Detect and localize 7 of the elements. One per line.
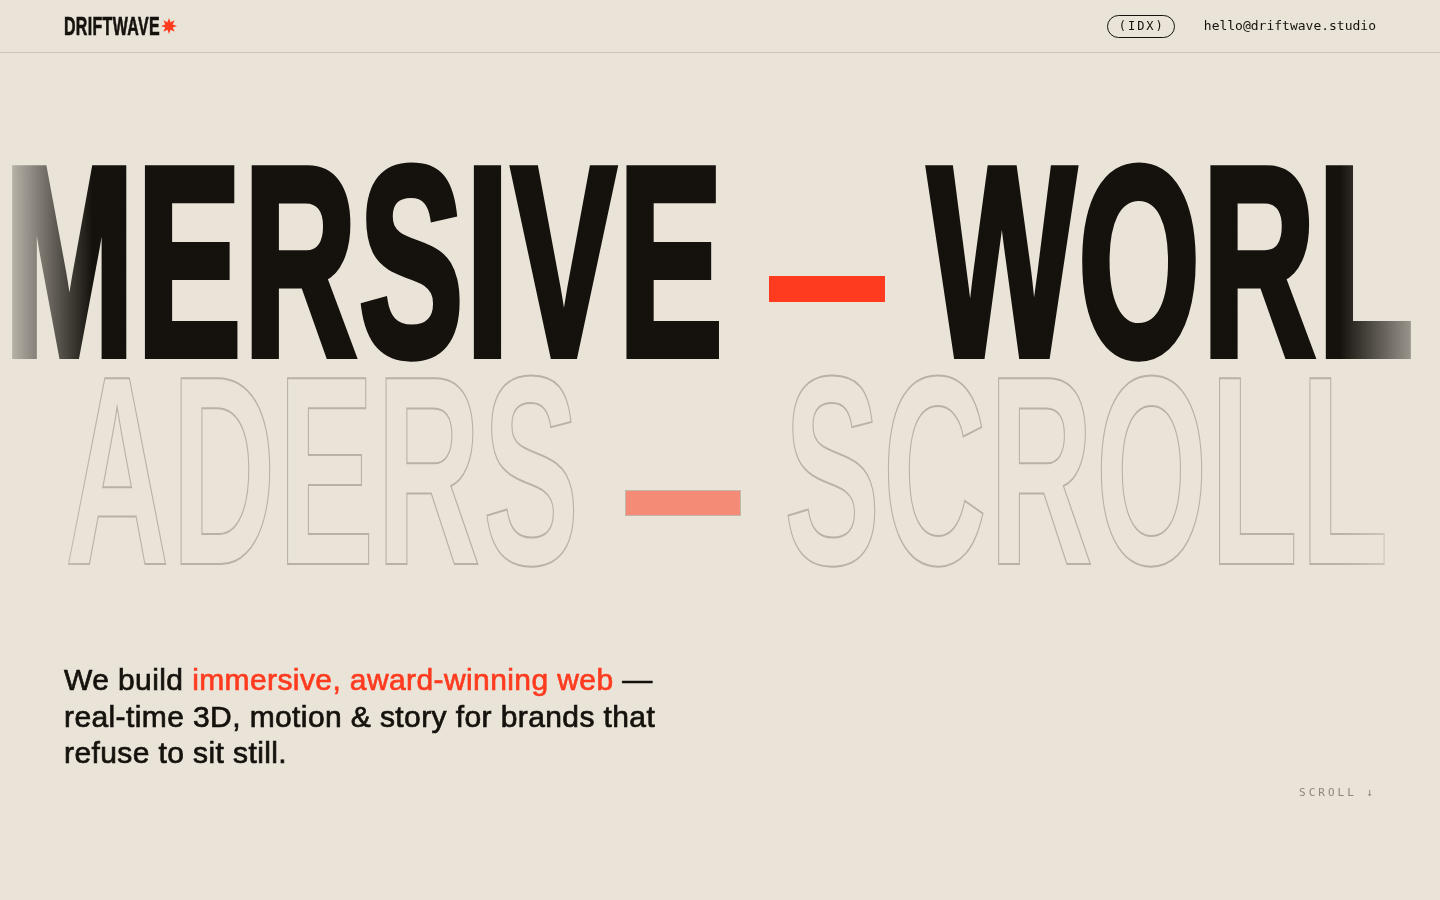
email-link[interactable]: hello@driftwave.studio — [1203, 18, 1376, 34]
starburst-icon — [160, 18, 177, 34]
marquee-word: WORL — [928, 161, 1416, 364]
marquee-word: MERSIVE — [4, 161, 726, 364]
scroll-hint: SCROLL ↓ — [1299, 785, 1376, 800]
intro-paragraph: We build immersive, award-winning web — real-time 3D, motion & story for brands that refuse to sit still. — [64, 662, 657, 771]
logo-wordmark[interactable]: DRIFTWAVE — [64, 17, 160, 35]
